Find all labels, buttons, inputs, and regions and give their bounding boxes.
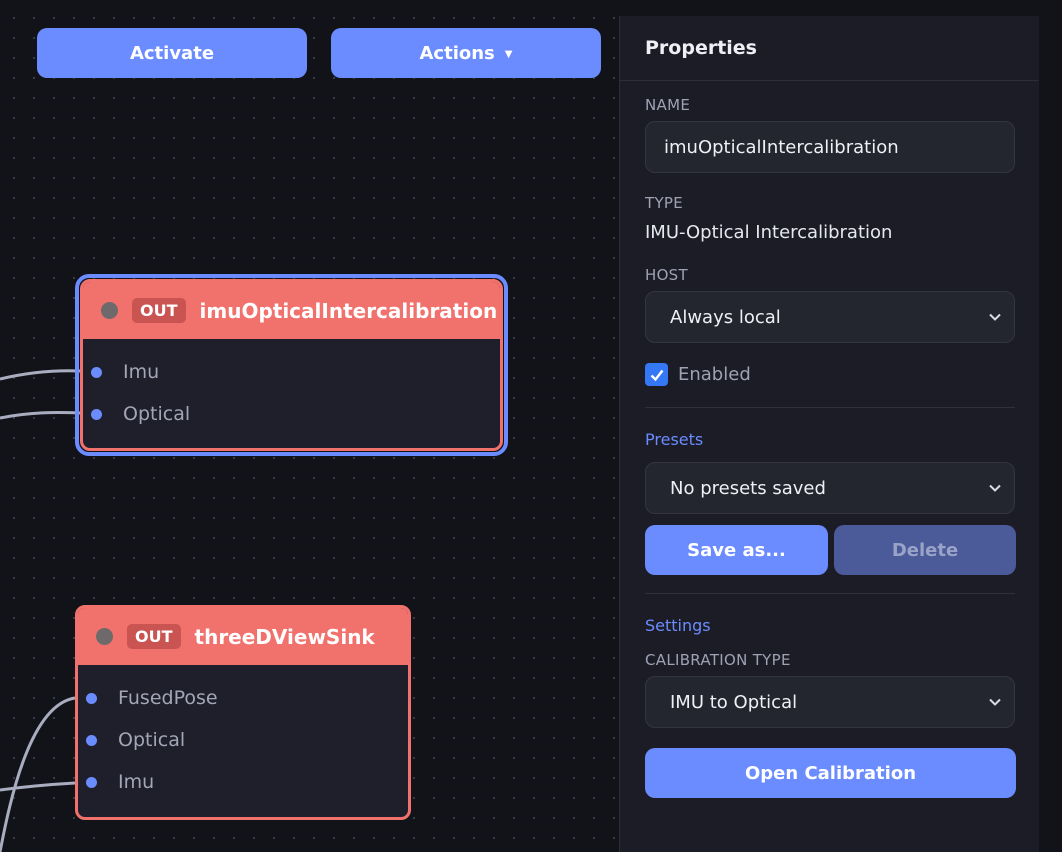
node-three-d-view-sink[interactable]: OUT threeDViewSink FusedPose Optical Imu xyxy=(75,605,411,820)
enabled-label: Enabled xyxy=(678,364,751,385)
wire-imu-sink-input xyxy=(0,781,76,792)
name-input-value: imuOpticalIntercalibration xyxy=(664,136,899,158)
host-select[interactable]: Always local xyxy=(645,291,1015,343)
save-as-label: Save as... xyxy=(687,539,786,561)
input-port-dot[interactable] xyxy=(86,734,97,746)
type-value: IMU-Optical Intercalibration xyxy=(645,222,893,243)
port-label: Imu xyxy=(123,361,160,383)
actions-button[interactable]: Actions ▼ xyxy=(331,28,601,78)
delete-label: Delete xyxy=(891,539,959,561)
port-imu[interactable]: Imu xyxy=(78,761,408,803)
name-input[interactable]: imuOpticalIntercalibration xyxy=(645,121,1015,173)
port-label: FusedPose xyxy=(118,687,218,709)
host-select-value: Always local xyxy=(670,306,781,328)
divider xyxy=(645,407,1015,408)
input-port-dot[interactable] xyxy=(86,692,97,704)
host-label: HOST xyxy=(645,266,688,284)
open-calibration-button[interactable]: Open Calibration xyxy=(645,748,1016,798)
port-label: Imu xyxy=(118,771,155,793)
node-status-indicator xyxy=(96,628,113,645)
check-icon xyxy=(650,369,663,381)
node-ports: Imu Optical xyxy=(83,339,500,435)
input-port-dot[interactable] xyxy=(91,408,102,420)
chevron-down-icon xyxy=(989,698,1001,706)
node-status-indicator xyxy=(101,302,118,319)
port-imu[interactable]: Imu xyxy=(83,351,500,393)
chevron-down-icon xyxy=(989,484,1001,492)
actions-button-label: Actions xyxy=(419,42,495,64)
enabled-row[interactable]: Enabled xyxy=(645,363,751,386)
presets-select[interactable]: No presets saved xyxy=(645,462,1015,514)
wire-fusedpose-input xyxy=(0,696,76,852)
open-calibration-label: Open Calibration xyxy=(744,762,917,784)
input-port-dot[interactable] xyxy=(86,776,97,788)
node-title: imuOpticalIntercalibration xyxy=(199,298,498,323)
input-port-dot[interactable] xyxy=(91,366,102,378)
save-as-button[interactable]: Save as... xyxy=(645,525,828,575)
node-ports: FusedPose Optical Imu xyxy=(78,665,408,803)
port-optical[interactable]: Optical xyxy=(83,393,500,435)
activate-button[interactable]: Activate xyxy=(37,28,307,78)
port-label: Optical xyxy=(123,403,191,425)
node-title: threeDViewSink xyxy=(194,624,375,649)
graph-canvas[interactable]: Activate Actions ▼ OUT imuOpticalInterca… xyxy=(0,0,619,852)
caret-down-icon: ▼ xyxy=(504,48,513,60)
port-fusedpose[interactable]: FusedPose xyxy=(78,677,408,719)
name-label: NAME xyxy=(645,96,691,114)
node-header[interactable]: OUT threeDViewSink xyxy=(78,608,408,665)
port-label: Optical xyxy=(118,729,186,751)
properties-title: Properties xyxy=(620,16,1039,81)
out-badge: OUT xyxy=(132,298,186,323)
chevron-down-icon xyxy=(989,313,1001,321)
wire-optical-input xyxy=(0,411,81,420)
calibration-type-select[interactable]: IMU to Optical xyxy=(645,676,1015,728)
properties-panel: Properties NAME imuOpticalIntercalibrati… xyxy=(619,16,1039,852)
calibration-type-value: IMU to Optical xyxy=(670,691,798,713)
type-label: TYPE xyxy=(645,194,684,212)
divider xyxy=(645,593,1015,594)
settings-title: Settings xyxy=(645,616,711,635)
wire-imu-input xyxy=(0,369,81,381)
presets-select-value: No presets saved xyxy=(670,477,826,499)
enabled-checkbox[interactable] xyxy=(645,363,668,386)
calibration-type-label: CALIBRATION TYPE xyxy=(645,651,791,669)
node-imu-optical-intercalibration[interactable]: OUT imuOpticalIntercalibration Imu Optic… xyxy=(80,279,503,451)
node-header[interactable]: OUT imuOpticalIntercalibration xyxy=(83,282,500,339)
out-badge: OUT xyxy=(127,624,181,649)
presets-title: Presets xyxy=(645,430,704,449)
delete-button[interactable]: Delete xyxy=(834,525,1016,575)
activate-button-label: Activate xyxy=(129,42,215,64)
port-optical[interactable]: Optical xyxy=(78,719,408,761)
